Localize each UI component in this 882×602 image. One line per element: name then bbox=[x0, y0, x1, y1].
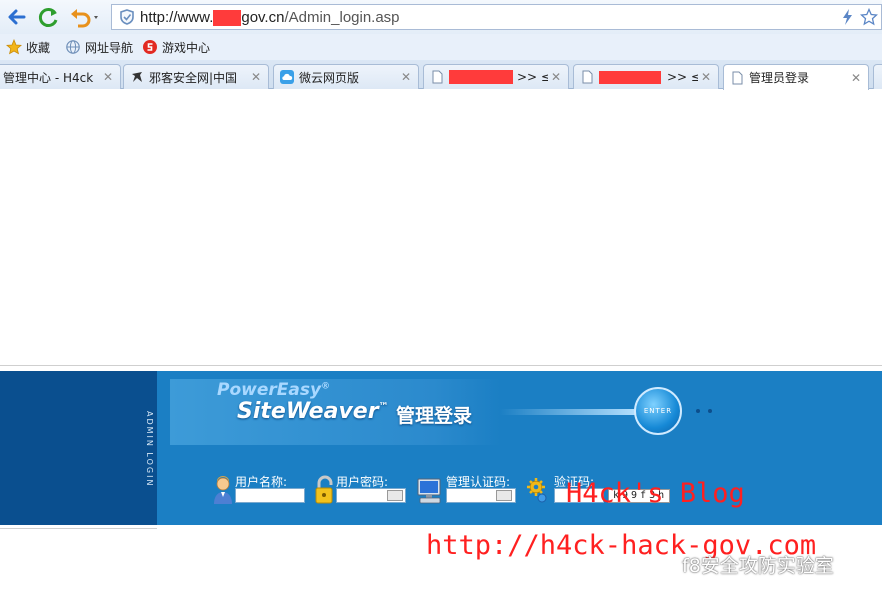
tab-title: 管理员登录 bbox=[749, 71, 810, 85]
tab-title: 邪客安全网|中国 bbox=[149, 70, 238, 85]
lock-icon bbox=[315, 475, 333, 504]
page-icon bbox=[732, 71, 743, 84]
keyboard-icon[interactable] bbox=[496, 490, 512, 501]
tab-overflow[interactable] bbox=[873, 64, 882, 89]
handwritten-blog-text: H4ck's Blog bbox=[566, 478, 745, 509]
keyboard-icon[interactable] bbox=[387, 490, 403, 501]
gear-icon bbox=[527, 478, 547, 503]
undo-icon bbox=[71, 9, 98, 28]
page-icon bbox=[582, 70, 593, 84]
login-panel: ADMIN LOGIN PowerEasy® SiteWeaver™ 管理登录 … bbox=[0, 371, 882, 525]
globe-icon bbox=[66, 40, 80, 54]
watermark-text: f8安全攻防实验室 bbox=[682, 555, 834, 577]
undo-menu-button[interactable] bbox=[68, 5, 104, 29]
redaction-block bbox=[213, 10, 242, 27]
close-icon[interactable]: ✕ bbox=[548, 70, 564, 84]
hacker-icon bbox=[132, 72, 142, 82]
url-input[interactable]: http://www. gov.cn/Admin_login.asp bbox=[111, 4, 882, 30]
lightning-icon[interactable] bbox=[840, 8, 854, 26]
back-arrow-icon bbox=[8, 9, 26, 25]
user-icon bbox=[214, 476, 232, 504]
tab-title: >> ≤ bbox=[517, 70, 548, 84]
redaction-block bbox=[449, 70, 513, 84]
close-icon[interactable]: ✕ bbox=[100, 70, 116, 84]
shield-icon bbox=[120, 9, 134, 25]
enter-button[interactable]: ENTER bbox=[634, 387, 682, 435]
favorite-star-icon[interactable] bbox=[860, 8, 878, 26]
cloud-icon bbox=[280, 70, 294, 84]
tab-title: 管理中心 - H4ck bbox=[3, 70, 94, 85]
watermark: f8安全攻防实验室 bbox=[652, 551, 834, 578]
login-heading: 管理登录 bbox=[396, 405, 473, 427]
tab-admin-center[interactable]: 管理中心 - H4ck ✕ bbox=[0, 64, 121, 89]
tab-redacted-1[interactable]: >> ≤ ✕ bbox=[423, 64, 569, 89]
close-icon[interactable]: ✕ bbox=[248, 70, 264, 84]
tab-redacted-2[interactable]: >> ≤ ✕ bbox=[573, 64, 719, 89]
bookmark-navigation[interactable]: 网址导航 bbox=[65, 39, 133, 55]
login-left-panel bbox=[0, 371, 157, 525]
bookmark-game-center[interactable]: 游戏中心 bbox=[142, 39, 210, 55]
divider bbox=[0, 365, 882, 366]
game-icon bbox=[143, 40, 157, 54]
chevron-down-icon bbox=[94, 16, 98, 19]
url-text: http://www. gov.cn/Admin_login.asp bbox=[140, 9, 400, 27]
divider bbox=[0, 528, 157, 529]
tab-weiyun[interactable]: 微云网页版 ✕ bbox=[273, 64, 419, 89]
redaction-block bbox=[599, 70, 661, 84]
close-icon[interactable]: ✕ bbox=[848, 71, 864, 85]
bookmark-label: 收藏 bbox=[26, 40, 51, 55]
dot-decoration bbox=[696, 409, 700, 413]
star-icon bbox=[6, 39, 22, 55]
back-button[interactable] bbox=[5, 5, 29, 29]
computer-icon bbox=[417, 478, 441, 504]
beam-decoration bbox=[500, 409, 640, 415]
bookmark-label: 网址导航 bbox=[85, 40, 134, 55]
brand-siteweaver: SiteWeaver™ bbox=[237, 399, 389, 424]
tab-title: >> ≤ bbox=[667, 70, 698, 84]
bookmark-label: 游戏中心 bbox=[162, 40, 211, 55]
admin-login-vertical-text: ADMIN LOGIN bbox=[145, 411, 154, 488]
dot-decoration bbox=[708, 409, 712, 413]
refresh-icon bbox=[38, 8, 58, 27]
wechat-icon bbox=[652, 555, 676, 574]
tab-title: 微云网页版 bbox=[299, 70, 360, 85]
tab-strip: 管理中心 - H4ck ✕ 邪客安全网|中国 ✕ 微云网页版 ✕ >> ≤ ✕ … bbox=[0, 60, 882, 90]
enter-label: ENTER bbox=[643, 407, 673, 415]
refresh-button[interactable] bbox=[37, 5, 61, 29]
username-input[interactable] bbox=[235, 488, 305, 503]
bookmarks-bar: 收藏 网址导航 游戏中心 bbox=[0, 34, 882, 60]
page-icon bbox=[432, 70, 443, 84]
tab-admin-login[interactable]: 管理员登录 ✕ bbox=[723, 64, 869, 90]
tab-hacker-site[interactable]: 邪客安全网|中国 ✕ bbox=[123, 64, 269, 89]
close-icon[interactable]: ✕ bbox=[698, 70, 714, 84]
close-icon[interactable]: ✕ bbox=[398, 70, 414, 84]
bookmark-favorites[interactable]: 收藏 bbox=[6, 39, 50, 55]
brand-poweresy: PowerEasy® bbox=[217, 380, 331, 400]
address-bar: http://www. gov.cn/Admin_login.asp bbox=[0, 0, 882, 34]
